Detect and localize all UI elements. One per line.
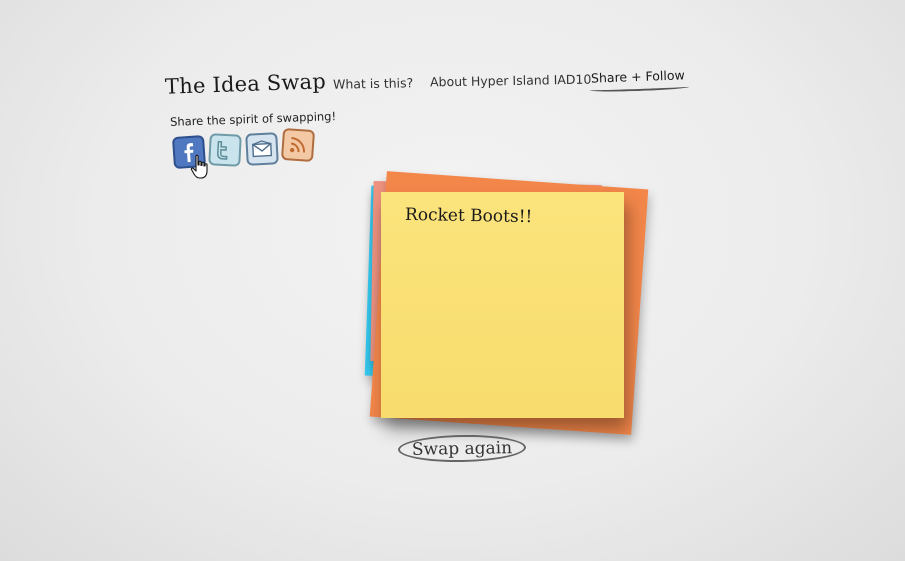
- site-title: The Idea Swap: [164, 69, 327, 99]
- facebook-icon: [184, 143, 194, 163]
- sticky-note-current-idea: Rocket Boots!!: [381, 192, 624, 418]
- nav-active-underline: [589, 84, 690, 93]
- nav-what-is-this-link[interactable]: What is this?: [333, 75, 413, 91]
- facebook-share-button[interactable]: [171, 134, 207, 170]
- nav-share-follow-link[interactable]: Share + Follow: [589, 67, 690, 93]
- twitter-icon: [217, 140, 228, 160]
- idea-text: Rocket Boots!!: [404, 204, 533, 228]
- rss-follow-button[interactable]: [280, 127, 316, 163]
- twitter-share-button[interactable]: [208, 133, 242, 167]
- email-share-button[interactable]: [245, 132, 279, 166]
- rss-icon: [289, 137, 305, 153]
- email-icon: [252, 140, 273, 158]
- swap-again-button[interactable]: Swap again: [397, 433, 527, 464]
- nav-share-follow-label: Share + Follow: [590, 67, 685, 86]
- share-caption: Share the spirit of swapping!: [169, 109, 337, 129]
- nav-about-link[interactable]: About Hyper Island IAD10: [430, 72, 592, 90]
